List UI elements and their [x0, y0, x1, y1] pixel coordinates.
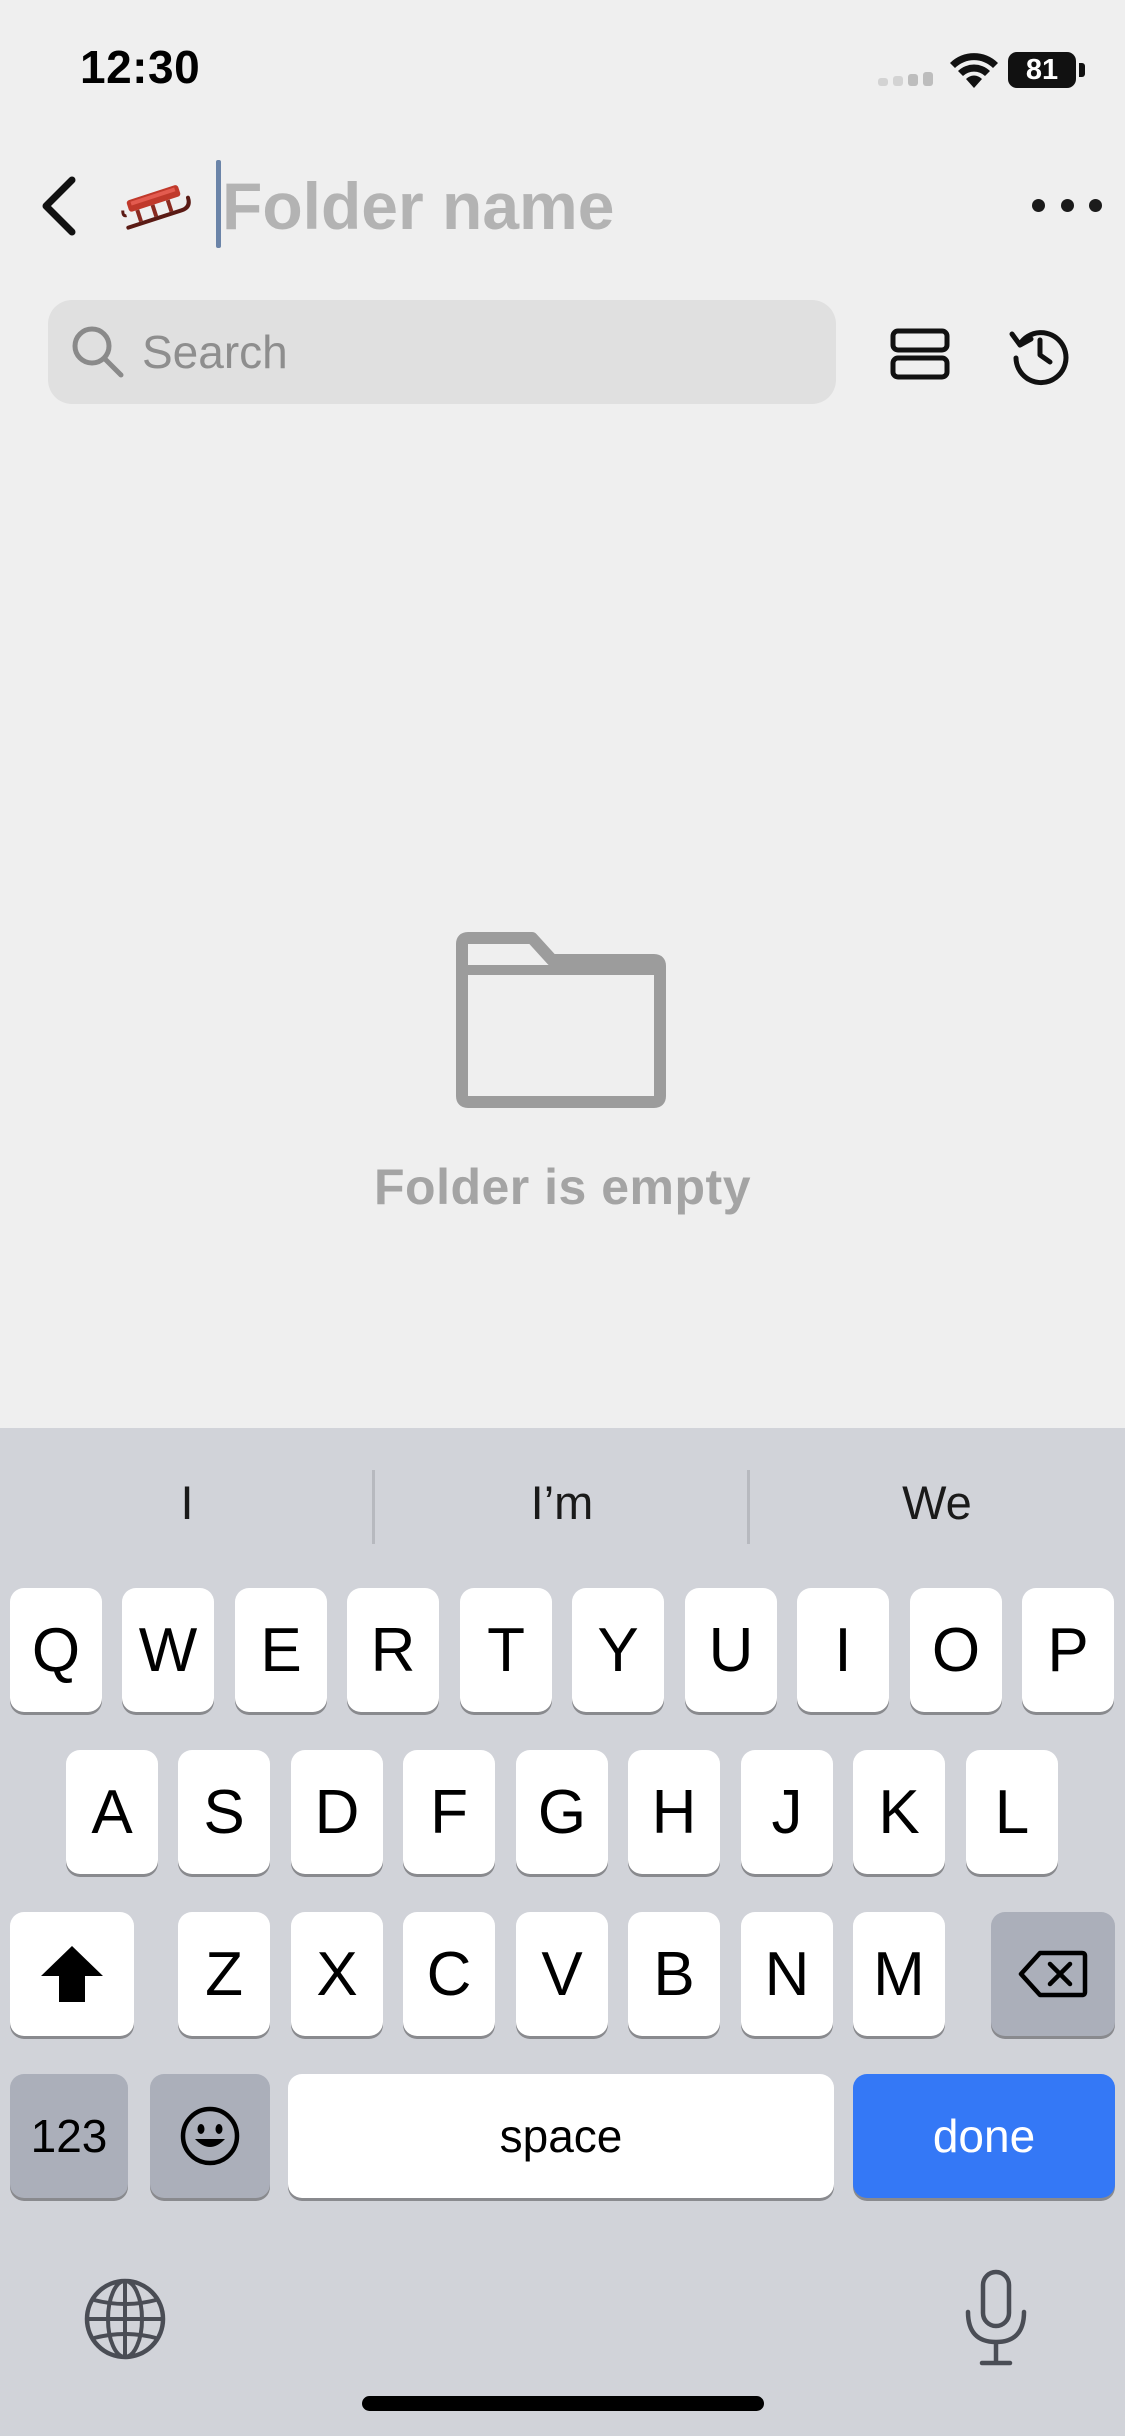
- emoji-icon: [180, 2106, 240, 2166]
- key-h[interactable]: H: [628, 1750, 720, 1874]
- suggestion-1[interactable]: I: [0, 1428, 374, 1578]
- key-m[interactable]: M: [853, 1912, 945, 2036]
- list-layout-icon: [890, 328, 950, 380]
- text-cursor: [216, 160, 221, 248]
- emoji-key[interactable]: [150, 2074, 270, 2198]
- shift-icon: [41, 1946, 103, 2002]
- key-e[interactable]: E: [235, 1588, 327, 1712]
- key-y[interactable]: Y: [572, 1588, 664, 1712]
- key-p[interactable]: P: [1022, 1588, 1114, 1712]
- shift-key[interactable]: [10, 1912, 134, 2036]
- key-n[interactable]: N: [741, 1912, 833, 2036]
- more-dot: [1089, 198, 1102, 212]
- more-dot: [1032, 198, 1045, 212]
- history-icon: [1009, 330, 1069, 386]
- wifi-icon: [950, 53, 998, 88]
- suggestion-bar: I I’m We: [0, 1428, 1125, 1578]
- battery-icon: 81: [1008, 52, 1076, 88]
- more-options-button[interactable]: [1032, 180, 1102, 230]
- key-r[interactable]: R: [347, 1588, 439, 1712]
- space-key[interactable]: space: [288, 2074, 834, 2198]
- key-x[interactable]: X: [291, 1912, 383, 2036]
- folder-emoji-button[interactable]: [116, 168, 196, 244]
- suggestion-3[interactable]: We: [750, 1428, 1124, 1578]
- key-k[interactable]: K: [853, 1750, 945, 1874]
- done-key[interactable]: done: [853, 2074, 1115, 2198]
- key-z[interactable]: Z: [178, 1912, 270, 2036]
- cellular-signal-icon: [878, 72, 934, 86]
- key-g[interactable]: G: [516, 1750, 608, 1874]
- globe-icon[interactable]: [82, 2276, 168, 2362]
- microphone-icon[interactable]: [960, 2268, 1032, 2368]
- battery-tip: [1079, 63, 1085, 77]
- more-dot: [1060, 198, 1074, 212]
- folder-name-input[interactable]: [222, 160, 922, 252]
- search-icon: [72, 326, 124, 378]
- key-c[interactable]: C: [403, 1912, 495, 2036]
- key-i[interactable]: I: [797, 1588, 889, 1712]
- suggestion-2[interactable]: I’m: [375, 1428, 749, 1578]
- key-v[interactable]: V: [516, 1912, 608, 2036]
- key-q[interactable]: Q: [10, 1588, 102, 1712]
- search-bar[interactable]: [48, 300, 836, 404]
- search-input[interactable]: [142, 300, 822, 404]
- key-t[interactable]: T: [460, 1588, 552, 1712]
- key-f[interactable]: F: [403, 1750, 495, 1874]
- folder-icon: [456, 932, 666, 1108]
- key-w[interactable]: W: [122, 1588, 214, 1712]
- key-l[interactable]: L: [966, 1750, 1058, 1874]
- chevron-left-icon: [42, 176, 76, 236]
- key-a[interactable]: A: [66, 1750, 158, 1874]
- key-j[interactable]: J: [741, 1750, 833, 1874]
- status-time: 12:30: [80, 41, 201, 93]
- key-d[interactable]: D: [291, 1750, 383, 1874]
- history-button[interactable]: [1000, 316, 1080, 392]
- numbers-key[interactable]: 123: [10, 2074, 128, 2198]
- home-indicator: [362, 2396, 764, 2411]
- view-layout-button[interactable]: [880, 316, 960, 392]
- key-b[interactable]: B: [628, 1912, 720, 2036]
- back-button[interactable]: [26, 168, 90, 244]
- sled-icon: [121, 185, 191, 230]
- key-u[interactable]: U: [685, 1588, 777, 1712]
- key-s[interactable]: S: [178, 1750, 270, 1874]
- status-bar: 12:30 81: [0, 0, 1125, 135]
- empty-state-message: Folder is empty: [373, 1159, 752, 1215]
- backspace-icon: [1018, 1950, 1088, 1998]
- key-o[interactable]: O: [910, 1588, 1002, 1712]
- delete-key[interactable]: [991, 1912, 1115, 2036]
